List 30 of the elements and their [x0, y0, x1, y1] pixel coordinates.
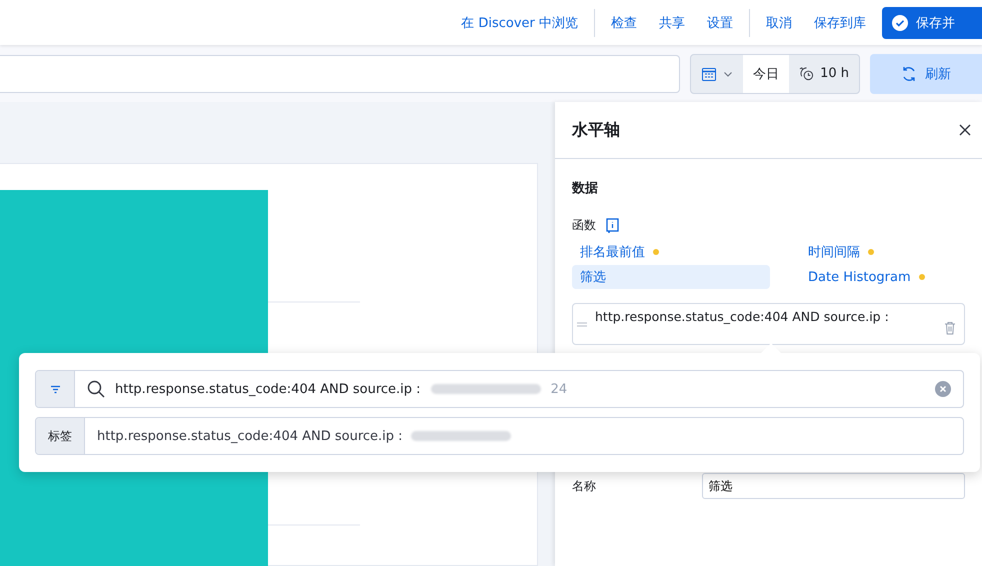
date-picker[interactable]: 今日 10 h: [690, 54, 860, 94]
name-label: 名称: [572, 478, 597, 494]
trash-icon[interactable]: [944, 321, 956, 335]
filter-text: http.response.status_code:404 AND source.ip :: [595, 309, 890, 324]
function-option[interactable]: 时间间隔: [790, 240, 982, 264]
calendar-icon: [701, 66, 718, 82]
check-icon: [892, 14, 908, 30]
function-option[interactable]: 排名最前值: [572, 240, 770, 264]
nav-link[interactable]: 在 Discover 中浏览: [461, 14, 578, 32]
clock-refresh-icon: [799, 66, 814, 81]
nav-link[interactable]: 设置: [707, 14, 733, 32]
info-book-icon: [606, 218, 619, 233]
nav-link[interactable]: 检查: [611, 14, 637, 32]
nav-link[interactable]: 共享: [659, 14, 685, 32]
flyout-title: 水平轴: [572, 120, 620, 140]
filter-item[interactable]: http.response.status_code:404 AND source.ip :: [572, 303, 965, 345]
refresh-icon: [901, 66, 917, 82]
section-heading: 数据: [572, 180, 599, 197]
date-range-button[interactable]: 今日: [743, 54, 790, 92]
refresh-button[interactable]: 刷新: [870, 54, 982, 94]
save-and-return-button[interactable]: 保存并: [882, 6, 982, 38]
close-icon[interactable]: [958, 123, 972, 137]
query-field[interactable]: [0, 54, 680, 92]
function-option[interactable]: 筛选: [572, 265, 770, 289]
nav-link[interactable]: 保存到库: [814, 14, 866, 32]
function-label: 函数: [572, 217, 596, 234]
refresh-interval-button[interactable]: 10 h: [789, 54, 859, 92]
name-field[interactable]: 筛选: [702, 473, 965, 499]
function-option[interactable]: Date Histogram: [790, 265, 982, 289]
nav-link[interactable]: 取消: [766, 14, 792, 32]
